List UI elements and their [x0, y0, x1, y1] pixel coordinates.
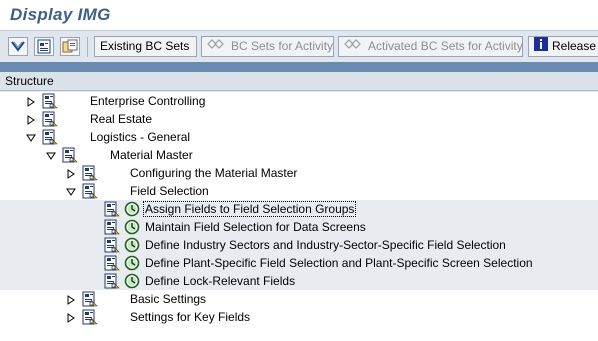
structure-column-label: Structure: [5, 74, 54, 88]
documentation-icon[interactable]: [42, 93, 59, 109]
info-icon: [534, 37, 548, 57]
expand-arrow-icon[interactable]: [66, 294, 76, 305]
page-title: Display IMG: [10, 5, 111, 24]
documentation-icon[interactable]: [104, 237, 121, 253]
tree-node-label[interactable]: Real Estate: [90, 112, 152, 126]
title-bar: Display IMG: [0, 0, 598, 30]
tree-node-row[interactable]: Material Master: [0, 146, 598, 164]
tree-node-row[interactable]: Settings for Key Fields: [0, 308, 598, 326]
documentation-icon[interactable]: [82, 291, 99, 307]
activated-bc-sets-button[interactable]: Activated BC Sets for Activity: [338, 36, 523, 57]
documentation-icon[interactable]: [82, 309, 99, 325]
application-toolbar: Existing BC Sets BC Sets for Activity Ac…: [0, 30, 598, 63]
documentation-icon[interactable]: [42, 111, 59, 127]
documentation-icon[interactable]: [104, 255, 121, 271]
tree-node-label[interactable]: Define Industry Sectors and Industry-Sec…: [145, 238, 506, 252]
tree-node-label[interactable]: Logistics - General: [90, 130, 190, 144]
execute-activity-clock-icon[interactable]: [124, 273, 140, 289]
tree-node-label[interactable]: Enterprise Controlling: [90, 94, 205, 108]
execute-activity-clock-icon[interactable]: [124, 201, 140, 217]
expand-arrow-icon[interactable]: [66, 168, 76, 179]
tree-node-label[interactable]: Define Plant-Specific Field Selection an…: [145, 256, 533, 270]
tree-node-label[interactable]: Define Lock-Relevant Fields: [145, 274, 295, 288]
execute-activity-clock-icon[interactable]: [124, 255, 140, 271]
documentation-icon[interactable]: [104, 273, 121, 289]
tree-node-label[interactable]: Configuring the Material Master: [130, 166, 297, 180]
expand-arrow-icon[interactable]: [26, 114, 36, 125]
tree-node-label[interactable]: Settings for Key Fields: [130, 310, 250, 324]
expand-arrow-icon[interactable]: [66, 312, 76, 323]
execute-activity-clock-icon[interactable]: [124, 219, 140, 235]
tree-activity-row[interactable]: Define Lock-Relevant Fields: [0, 272, 598, 290]
documentation-icon[interactable]: [42, 129, 59, 145]
bc-sets-for-activity-label: BC Sets for Activity: [231, 39, 334, 53]
tree-activity-row[interactable]: Assign Fields to Field Selection Groups: [0, 200, 598, 218]
tree-node-row[interactable]: Configuring the Material Master: [0, 164, 598, 182]
release-notes-button[interactable]: Release: [528, 36, 598, 57]
display-node-icon[interactable]: [34, 37, 54, 56]
bc-set-icon: [207, 37, 227, 56]
documentation-icon[interactable]: [104, 219, 121, 235]
tree-node-label[interactable]: Basic Settings: [130, 292, 206, 306]
tree-activity-row[interactable]: Define Industry Sectors and Industry-Sec…: [0, 236, 598, 254]
execute-activity-clock-icon[interactable]: [124, 237, 140, 253]
tree-activity-row[interactable]: Define Plant-Specific Field Selection an…: [0, 254, 598, 272]
expand-subtree-icon[interactable]: [8, 37, 28, 56]
tree-node-row[interactable]: Real Estate: [0, 110, 598, 128]
toolbar-separator: [87, 37, 88, 57]
tree-activity-row[interactable]: Maintain Field Selection for Data Screen…: [0, 218, 598, 236]
tree-node-row[interactable]: Logistics - General: [0, 128, 598, 146]
find-node-icon[interactable]: [60, 37, 80, 56]
bc-sets-for-activity-button[interactable]: BC Sets for Activity: [201, 36, 334, 57]
tree-node-label[interactable]: Maintain Field Selection for Data Screen…: [145, 220, 366, 234]
collapse-arrow-icon[interactable]: [26, 132, 36, 142]
tree-node-label[interactable]: Field Selection: [130, 184, 209, 198]
tree-node-row[interactable]: Enterprise Controlling: [0, 92, 598, 110]
tree-node-label[interactable]: Material Master: [110, 148, 193, 162]
existing-bc-sets-label: Existing BC Sets: [100, 39, 190, 53]
existing-bc-sets-button[interactable]: Existing BC Sets: [94, 36, 197, 57]
tree-node-row[interactable]: Basic Settings: [0, 290, 598, 308]
status-area: [0, 326, 598, 341]
expand-arrow-icon[interactable]: [26, 96, 36, 107]
release-notes-label: Release: [552, 39, 597, 54]
documentation-icon[interactable]: [104, 201, 121, 217]
documentation-icon[interactable]: [82, 183, 99, 199]
activated-bc-sets-label: Activated BC Sets for Activity: [368, 39, 523, 53]
tree-column-header: Structure: [0, 72, 598, 91]
documentation-icon[interactable]: [82, 165, 99, 181]
tree-node-label[interactable]: Assign Fields to Field Selection Groups: [142, 201, 357, 217]
tree-node-row[interactable]: Field Selection: [0, 182, 598, 200]
documentation-icon[interactable]: [62, 147, 79, 163]
header-band: [0, 62, 598, 72]
collapse-arrow-icon[interactable]: [66, 186, 76, 196]
activated-bc-set-icon: [344, 37, 364, 56]
collapse-arrow-icon[interactable]: [46, 150, 56, 160]
